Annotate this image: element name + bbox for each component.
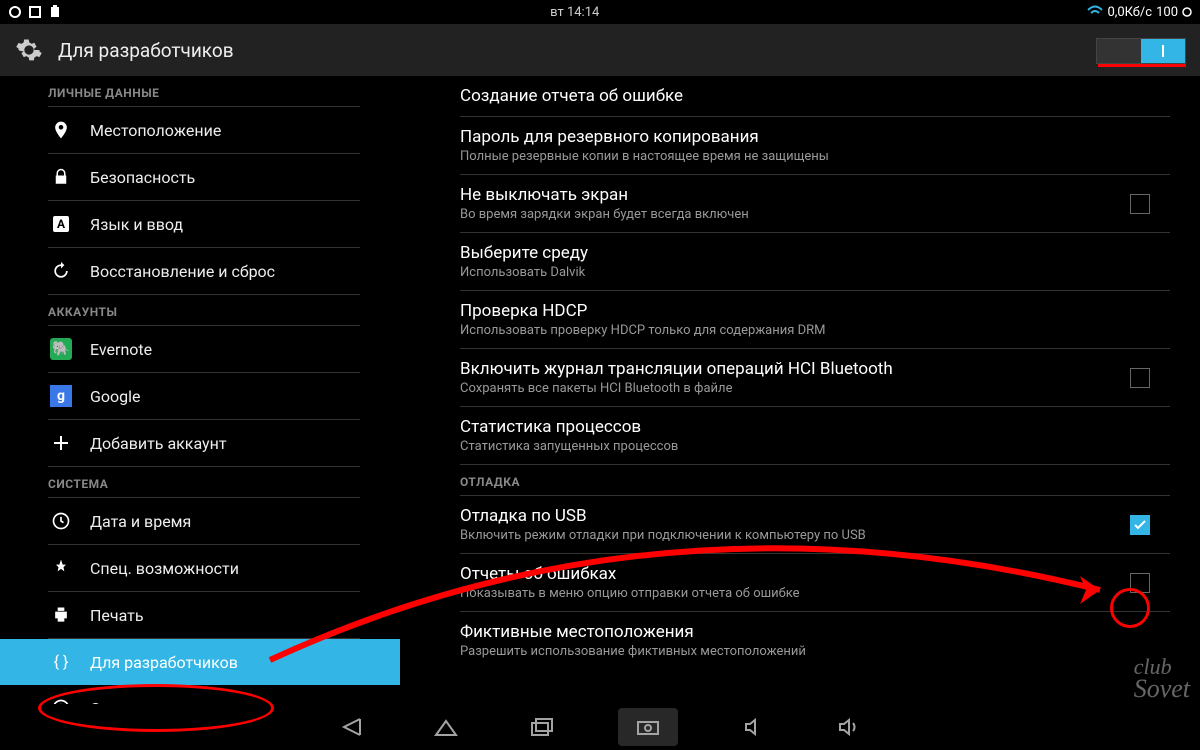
section-system: СИСТЕМА	[0, 467, 400, 497]
status-time: вт 14:14	[62, 5, 1087, 20]
sidebar-item-date-time[interactable]: Дата и время	[0, 498, 400, 544]
item-bug-report[interactable]: Создание отчета об ошибке	[460, 76, 1200, 116]
settings-gear-icon	[14, 35, 44, 65]
status-battery: 100	[1156, 5, 1178, 20]
sidebar-label: Дата и время	[90, 512, 191, 531]
info-icon	[48, 695, 74, 704]
watermark: club Sovet	[1134, 657, 1190, 700]
item-backup-password[interactable]: Пароль для резервного копирования Полные…	[460, 117, 1200, 174]
sidebar-item-language[interactable]: A Язык и ввод	[0, 201, 400, 247]
settings-header: Для разработчиков	[0, 24, 1200, 76]
usb-debugging-checkbox[interactable]	[1130, 515, 1150, 535]
clock-icon	[48, 508, 74, 534]
location-icon	[48, 117, 74, 143]
square-icon	[28, 5, 42, 19]
sidebar-item-developer-options[interactable]: { } Для разработчиков	[0, 639, 400, 685]
sidebar-item-accessibility[interactable]: Спец. возможности	[0, 545, 400, 591]
sidebar-label: Спец. возможности	[90, 559, 239, 578]
sidebar-label: Печать	[90, 606, 144, 625]
sidebar-label: Evernote	[90, 340, 152, 359]
status-net: 0,0Кб/с	[1107, 5, 1152, 20]
navigation-bar	[0, 704, 1200, 750]
braces-icon: { }	[48, 649, 74, 675]
header-title: Для разработчиков	[58, 39, 234, 62]
sidebar-label: Язык и ввод	[90, 215, 183, 234]
sidebar-label: Добавить аккаунт	[90, 434, 227, 453]
sidebar-label: Для разработчиков	[90, 653, 238, 672]
section-debugging: ОТЛАДКА	[460, 465, 1200, 495]
stay-awake-checkbox[interactable]	[1130, 194, 1150, 214]
hand-icon	[48, 555, 74, 581]
sidebar-item-about[interactable]: О планшете	[0, 685, 400, 704]
section-personal: ЛИЧНЫЕ ДАННЫЕ	[0, 76, 400, 106]
item-mock-locations[interactable]: Фиктивные местоположения Разрешить испол…	[460, 612, 1200, 669]
developer-options-toggle[interactable]	[1096, 38, 1186, 64]
nav-volume-up-button[interactable]	[830, 712, 870, 742]
item-usb-debugging[interactable]: Отладка по USB Включить режим отладки пр…	[460, 496, 1200, 553]
sidebar-label: Местоположение	[90, 121, 221, 140]
status-right: 0,0Кб/с 100	[1087, 5, 1192, 20]
settings-sidebar: ЛИЧНЫЕ ДАННЫЕ Местоположение Безопасност…	[0, 76, 400, 704]
svg-text:A: A	[57, 217, 66, 231]
nav-back-button[interactable]	[330, 712, 370, 742]
google-icon: g	[48, 383, 74, 409]
developer-options-panel: Создание отчета об ошибке Пароль для рез…	[400, 76, 1200, 704]
print-icon	[48, 602, 74, 628]
item-select-runtime[interactable]: Выберите среду Использовать Dalvik	[460, 233, 1200, 290]
sidebar-item-security[interactable]: Безопасность	[0, 154, 400, 200]
item-process-stats[interactable]: Статистика процессов Статистика запущенн…	[460, 407, 1200, 464]
restore-icon	[48, 258, 74, 284]
sidebar-label: Google	[90, 387, 141, 406]
circle-icon	[8, 5, 22, 19]
wifi-icon	[1087, 5, 1103, 19]
sidebar-item-printing[interactable]: Печать	[0, 592, 400, 638]
item-hdcp-checking[interactable]: Проверка HDCP Использовать проверку HDCP…	[460, 291, 1200, 348]
status-left	[8, 5, 62, 19]
item-bug-report-shortcut[interactable]: Отчеты об ошибках Показывать в меню опци…	[460, 554, 1200, 611]
sidebar-label: Восстановление и сброс	[90, 262, 275, 281]
nav-recent-button[interactable]	[522, 712, 562, 742]
svg-text:{ }: { }	[54, 652, 69, 671]
item-hci-snoop-log[interactable]: Включить журнал трансляции операций HCI …	[460, 349, 1200, 406]
sidebar-item-location[interactable]: Местоположение	[0, 107, 400, 153]
evernote-icon: 🐘	[48, 336, 74, 362]
bug-report-checkbox[interactable]	[1130, 573, 1150, 593]
section-accounts: АККАУНТЫ	[0, 295, 400, 325]
hci-checkbox[interactable]	[1130, 368, 1150, 388]
item-stay-awake[interactable]: Не выключать экран Во время зарядки экра…	[460, 175, 1200, 232]
sidebar-item-evernote[interactable]: 🐘 Evernote	[0, 326, 400, 372]
clipboard-icon	[48, 5, 62, 19]
status-bar: вт 14:14 0,0Кб/с 100	[0, 0, 1200, 24]
nav-home-button[interactable]	[426, 712, 466, 742]
nav-screenshot-button[interactable]	[618, 708, 678, 746]
plus-icon	[48, 430, 74, 456]
language-icon: A	[48, 211, 74, 237]
sidebar-item-google[interactable]: g Google	[0, 373, 400, 419]
sidebar-item-add-account[interactable]: Добавить аккаунт	[0, 420, 400, 466]
lock-icon	[48, 164, 74, 190]
nav-volume-down-button[interactable]	[734, 712, 774, 742]
sidebar-label: Безопасность	[90, 168, 195, 187]
battery-icon	[1182, 5, 1192, 19]
annotation-underline	[1098, 64, 1186, 67]
sidebar-item-backup-reset[interactable]: Восстановление и сброс	[0, 248, 400, 294]
